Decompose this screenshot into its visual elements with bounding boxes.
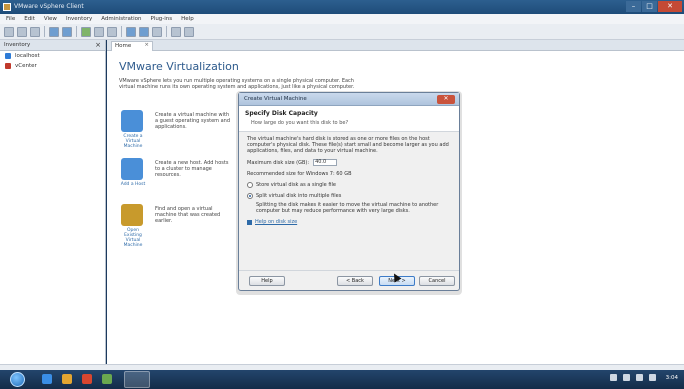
network-icon[interactable] <box>635 374 643 381</box>
feature-label[interactable]: Add a Host <box>119 182 147 187</box>
menu-administration[interactable]: Administration <box>101 16 141 22</box>
sidebar-header: Inventory × <box>0 40 105 51</box>
ie-icon[interactable] <box>42 374 52 384</box>
menu-bar: File Edit View Inventory Administration … <box>0 14 684 24</box>
server-icon <box>5 63 11 69</box>
explorer-icon[interactable] <box>62 374 72 384</box>
power-on-icon[interactable] <box>81 26 91 37</box>
intro-text: VMware vSphere lets you run multiple ope… <box>119 78 355 90</box>
sidebar-item-label: vCenter <box>15 63 37 69</box>
add-host-icon <box>121 158 143 180</box>
split-file-option[interactable]: Split virtual disk into multiple files <box>247 193 451 199</box>
single-file-label: Store virtual disk as a single file <box>256 182 336 188</box>
create-vm-dialog: Create Virtual Machine ✕ Specify Disk Ca… <box>238 92 460 291</box>
toolbar-separator <box>44 26 45 37</box>
menu-inventory[interactable]: Inventory <box>66 16 92 22</box>
menu-file[interactable]: File <box>6 16 15 22</box>
sidebar-title: Inventory <box>4 42 31 48</box>
back-button[interactable]: < Back <box>337 276 373 286</box>
dialog-header: Specify Disk Capacity How large do you w… <box>239 106 459 132</box>
dialog-body: The virtual machine's hard disk is store… <box>239 132 459 229</box>
search-icon[interactable] <box>184 26 194 37</box>
help-icon <box>247 219 252 225</box>
menu-plugins[interactable]: Plug-ins <box>150 16 172 22</box>
suspend-icon[interactable] <box>94 26 104 37</box>
dialog-footer: Help < Back Next > Cancel <box>239 270 459 290</box>
home-icon[interactable] <box>30 26 40 37</box>
app-icon <box>3 3 11 11</box>
reset-icon[interactable] <box>107 26 117 37</box>
tab-strip: Home × <box>107 40 684 51</box>
window-controls: – □ ✕ <box>625 1 682 12</box>
settings-icon[interactable] <box>152 26 162 37</box>
snapshot-icon[interactable] <box>139 26 149 37</box>
volume-icon[interactable] <box>648 374 656 381</box>
start-button[interactable] <box>10 372 25 387</box>
recommended-size: Recommended size for Windows 7: 60 GB <box>247 171 352 177</box>
window-title: VMware vSphere Client <box>14 3 84 10</box>
dialog-title: Create Virtual Machine <box>244 96 307 102</box>
feature-label[interactable]: Open Existing Virtual Machine <box>119 228 147 248</box>
sidebar-item-localhost[interactable]: localhost <box>0 51 105 61</box>
help-link-row: Help on disk size <box>247 219 451 225</box>
sidebar-item-label: localhost <box>15 53 40 59</box>
dialog-titlebar: Create Virtual Machine ✕ <box>239 93 459 106</box>
close-button[interactable]: ✕ <box>658 1 682 12</box>
disk-size-label: Maximum disk size (GB): <box>247 159 310 166</box>
toolbar-separator <box>76 26 77 37</box>
forward-icon[interactable] <box>17 26 27 37</box>
toolbar-separator <box>166 26 167 37</box>
menu-edit[interactable]: Edit <box>24 16 35 22</box>
disk-size-row: Maximum disk size (GB): 40.0 <box>247 159 451 166</box>
help-button[interactable]: Help <box>249 276 285 286</box>
dialog-description: The virtual machine's hard disk is store… <box>247 136 449 154</box>
vsphere-task-button[interactable] <box>124 371 150 388</box>
refresh-icon[interactable] <box>171 26 181 37</box>
page-title: VMware Virtualization <box>119 60 239 73</box>
console-icon[interactable] <box>126 26 136 37</box>
media-player-icon[interactable] <box>82 374 92 384</box>
split-file-label: Split virtual disk into multiple files <box>256 193 342 199</box>
system-tray: 3:04 <box>604 374 678 381</box>
disk-size-input[interactable]: 40.0 <box>313 159 338 166</box>
back-icon[interactable] <box>4 26 14 37</box>
arrow-up-icon[interactable] <box>609 374 617 381</box>
recommended-row: Recommended size for Windows 7: 60 GB <box>247 171 451 177</box>
feature-label[interactable]: Create a Virtual Machine <box>119 134 147 149</box>
maximize-button[interactable]: □ <box>642 1 657 12</box>
tab-home[interactable]: Home × <box>111 41 153 51</box>
toolbar <box>0 24 684 40</box>
clock[interactable]: 3:04 <box>666 375 678 381</box>
toolbar-separator <box>121 26 122 37</box>
window-titlebar: VMware vSphere Client – □ ✕ <box>0 0 684 14</box>
menu-help[interactable]: Help <box>181 16 194 22</box>
sidebar-item-vcenter[interactable]: vCenter <box>0 61 105 71</box>
split-file-radio[interactable] <box>247 193 253 199</box>
tab-close-icon[interactable]: × <box>144 42 149 48</box>
menu-view[interactable]: View <box>44 16 57 22</box>
dialog-step-title: Specify Disk Capacity <box>245 110 318 117</box>
flag-icon[interactable] <box>622 374 630 381</box>
cancel-button[interactable]: Cancel <box>419 276 455 286</box>
hosts-icon[interactable] <box>62 26 72 37</box>
inventory-sidebar: Inventory × localhost vCenter <box>0 40 106 364</box>
feature-text: Create a new host. Add hosts to a cluste… <box>155 160 229 178</box>
feature-text: Find and open a virtual machine that was… <box>155 206 221 224</box>
inventory-icon[interactable] <box>49 26 59 37</box>
minimize-button[interactable]: – <box>626 1 641 12</box>
create-vm-icon <box>121 110 143 132</box>
host-icon <box>5 53 11 59</box>
split-help: Splitting the disk makes it easier to mo… <box>256 202 439 214</box>
disk-size-help-link[interactable]: Help on disk size <box>255 219 297 225</box>
tab-label: Home <box>115 43 132 49</box>
sidebar-pin-icon[interactable]: × <box>95 41 101 49</box>
single-file-option[interactable]: Store virtual disk as a single file <box>247 182 451 188</box>
single-file-radio[interactable] <box>247 182 253 188</box>
taskbar: 3:04 <box>0 370 684 389</box>
dialog-step-subtitle: How large do you want this disk to be? <box>251 120 349 126</box>
app-icon[interactable] <box>102 374 112 384</box>
feature-text: Create a virtual machine with a guest op… <box>155 112 231 130</box>
open-vm-icon <box>121 204 143 226</box>
dialog-close-button[interactable]: ✕ <box>437 95 455 104</box>
